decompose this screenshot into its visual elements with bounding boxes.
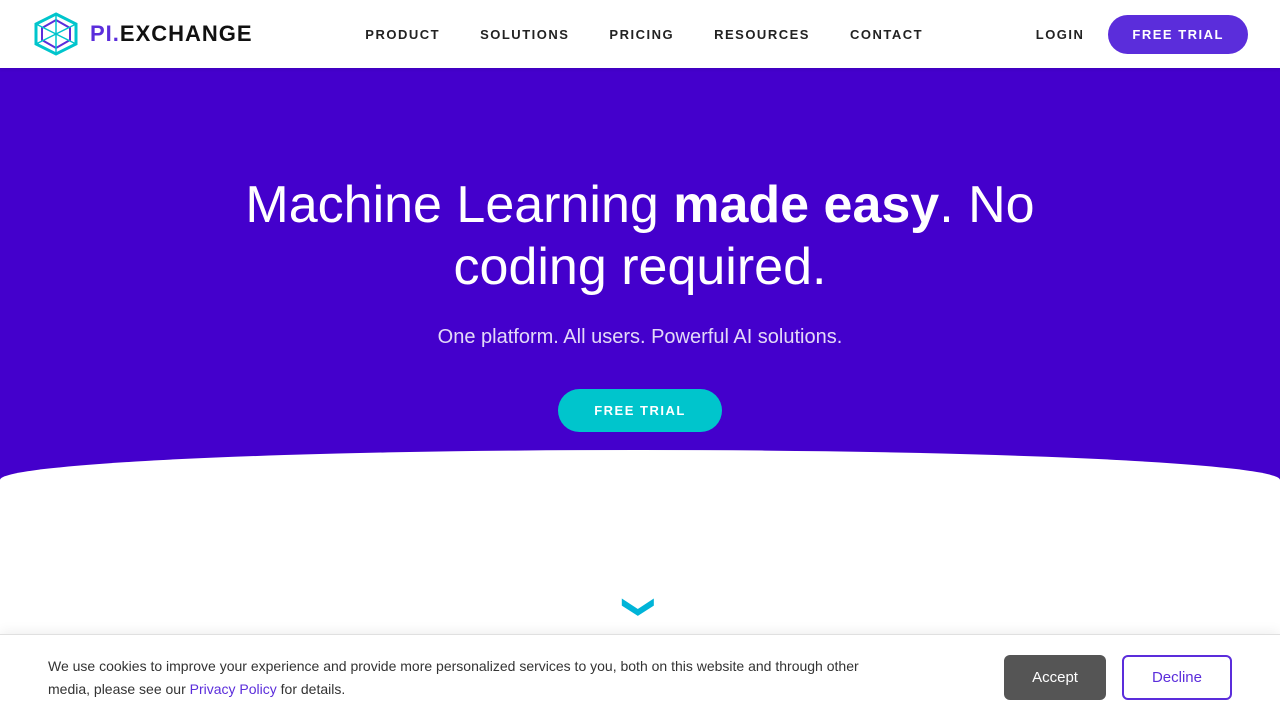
hero-section: Machine Learning made easy. No coding re… <box>0 68 1280 558</box>
logo-area: PI.EXCHANGE <box>32 10 253 58</box>
nav-pricing[interactable]: PRICING <box>609 27 674 42</box>
hero-title: Machine Learning made easy. No coding re… <box>190 174 1090 299</box>
below-hero: ❯ <box>0 558 1280 646</box>
cookie-message: We use cookies to improve your experienc… <box>48 655 868 700</box>
login-link[interactable]: LOGIN <box>1036 27 1085 42</box>
nav-links: PRODUCT SOLUTIONS PRICING RESOURCES CONT… <box>365 27 923 42</box>
nav-resources[interactable]: RESOURCES <box>714 27 810 42</box>
nav-contact[interactable]: CONTACT <box>850 27 923 42</box>
navbar-right: LOGIN FREE TRIAL <box>1036 15 1248 54</box>
free-trial-nav-button[interactable]: FREE TRIAL <box>1108 15 1248 54</box>
decline-cookies-button[interactable]: Decline <box>1122 655 1232 700</box>
cookie-buttons: Accept Decline <box>1004 655 1232 700</box>
hero-subtitle: One platform. All users. Powerful AI sol… <box>438 326 843 349</box>
logo-icon <box>32 10 80 58</box>
navbar: PI.EXCHANGE PRODUCT SOLUTIONS PRICING RE… <box>0 0 1280 68</box>
accept-cookies-button[interactable]: Accept <box>1004 655 1106 700</box>
nav-solutions[interactable]: SOLUTIONS <box>480 27 569 42</box>
cookie-banner: We use cookies to improve your experienc… <box>0 634 1280 720</box>
free-trial-hero-button[interactable]: FREE TRIAL <box>558 389 722 432</box>
privacy-policy-link[interactable]: Privacy Policy <box>190 681 277 697</box>
nav-product[interactable]: PRODUCT <box>365 27 440 42</box>
logo-text: PI.EXCHANGE <box>90 21 253 47</box>
scroll-down-chevron[interactable]: ❯ <box>621 594 659 621</box>
